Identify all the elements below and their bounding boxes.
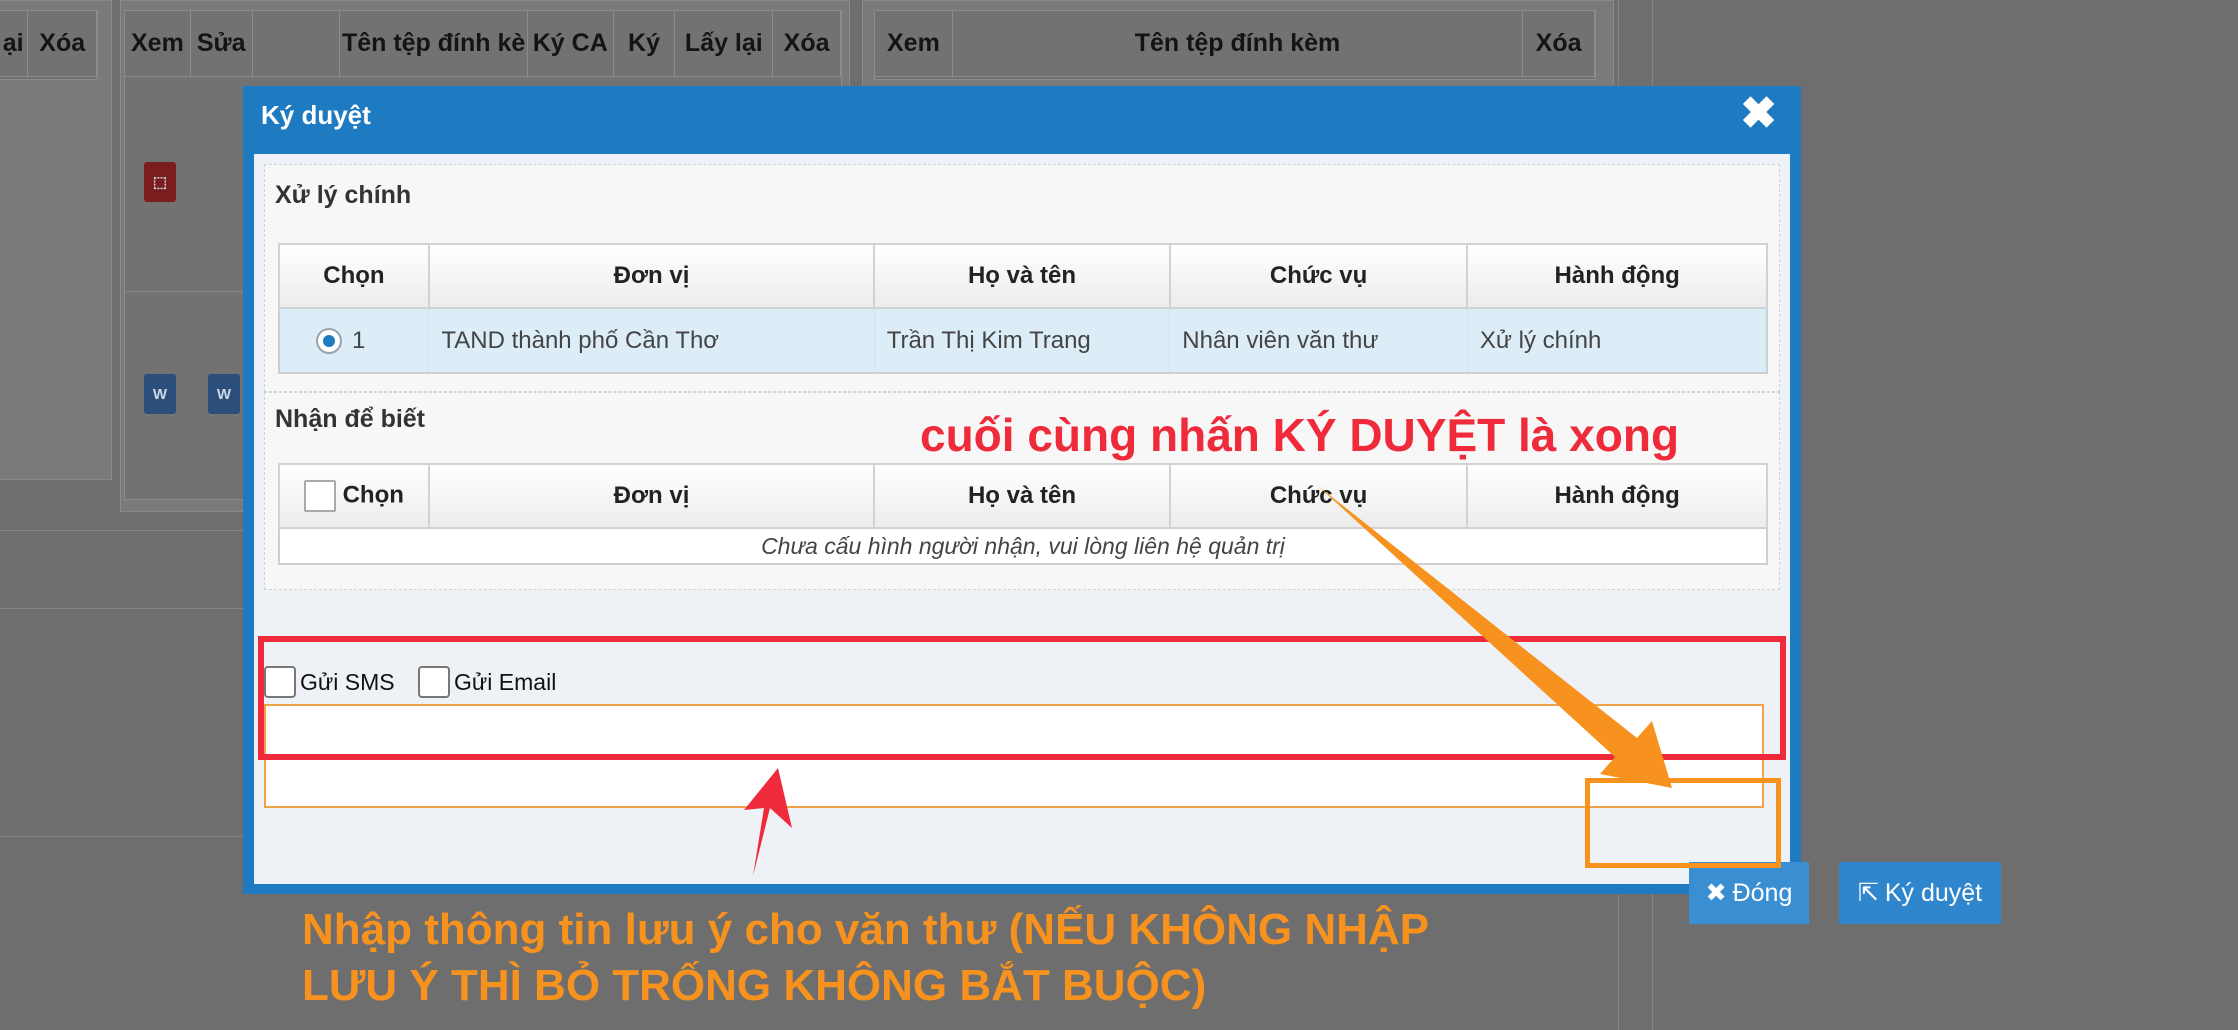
red-arrow <box>744 768 792 876</box>
annotation-arrows <box>744 486 1672 876</box>
orange-arrow <box>1318 486 1672 788</box>
